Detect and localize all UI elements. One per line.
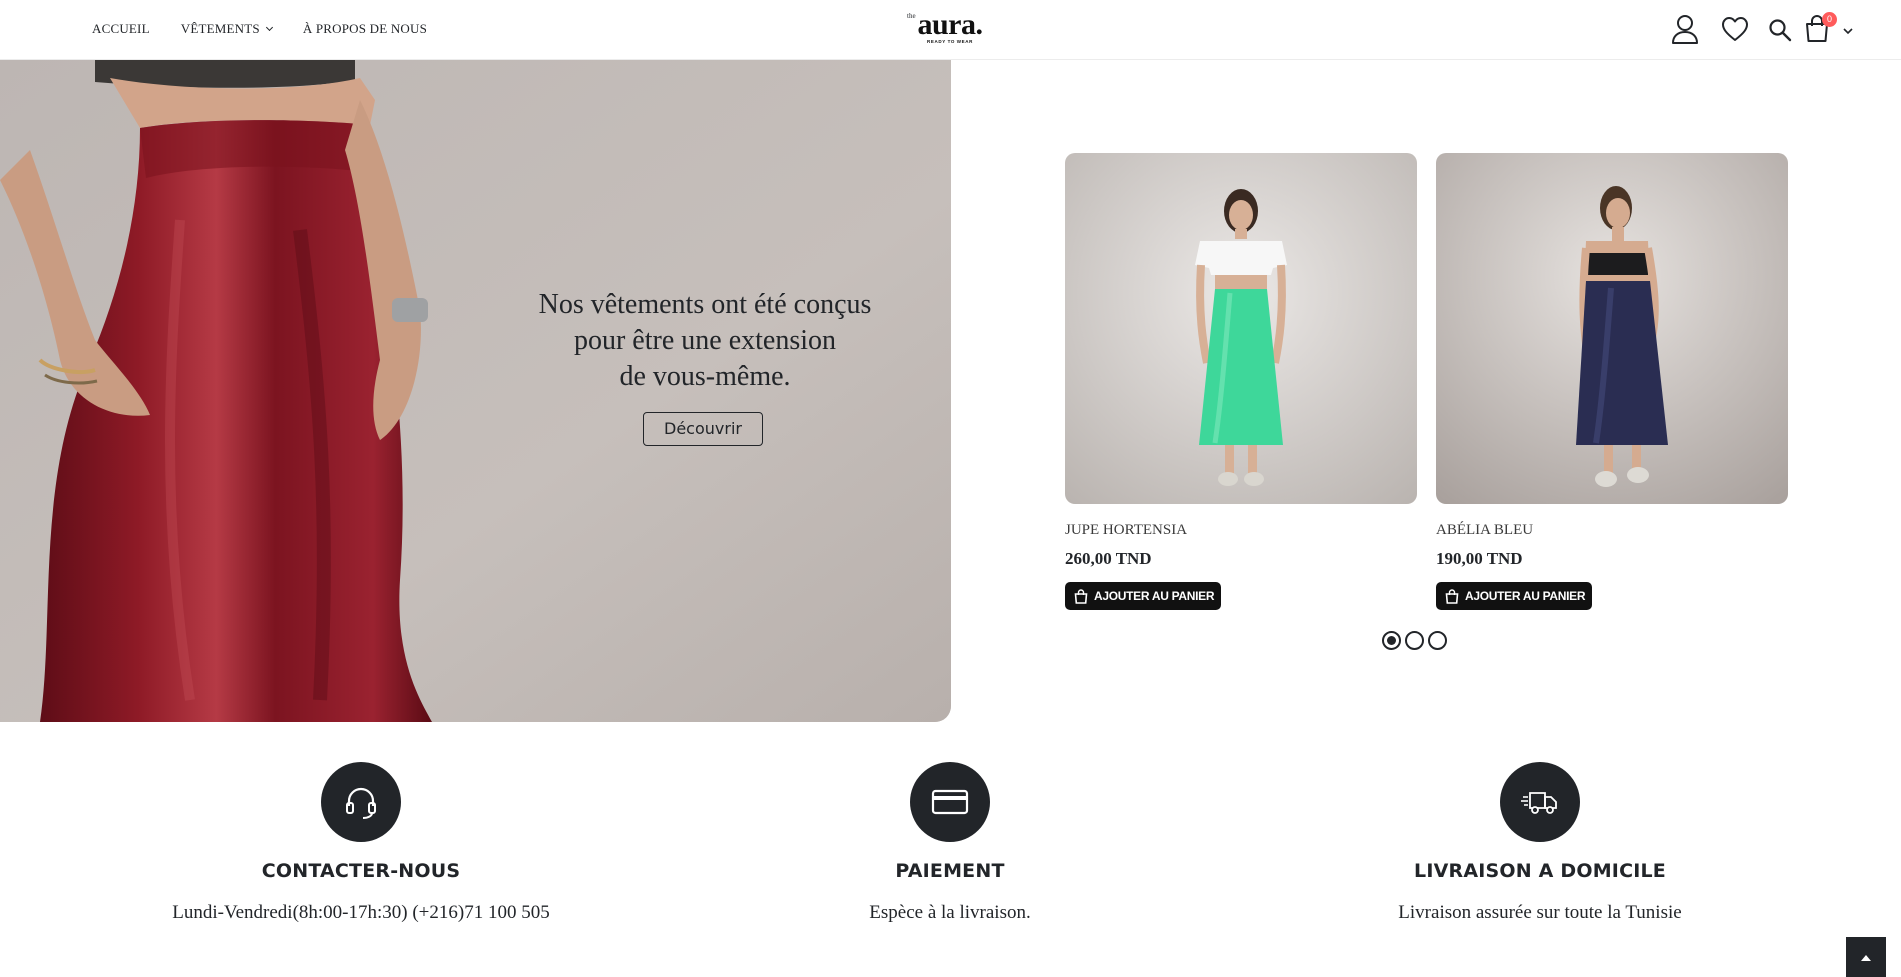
hero-headline: Nos vêtements ont été conçus pour être u… bbox=[538, 289, 872, 392]
chevron-up-icon bbox=[1861, 954, 1871, 961]
feature-description: Lundi-Vendredi(8h:00-17h:30) (+216)71 10… bbox=[172, 902, 550, 923]
product-name[interactable]: JUPE HORTENSIA bbox=[1065, 522, 1417, 539]
feature-description: Espèce à la livraison. bbox=[869, 902, 1031, 923]
feature-title: LIVRAISON A DOMICILE bbox=[1414, 860, 1666, 882]
heart-icon[interactable] bbox=[1721, 16, 1749, 47]
carousel-dot[interactable] bbox=[1405, 631, 1424, 650]
scroll-to-top-button[interactable] bbox=[1846, 937, 1886, 977]
feature-title: PAIEMENT bbox=[895, 860, 1005, 882]
credit-card-icon bbox=[910, 762, 990, 842]
carousel-pagination bbox=[1382, 631, 1447, 650]
product-image[interactable] bbox=[1436, 153, 1788, 504]
product-card: ABÉLIA BLEU 190,00 TND AJOUTER AU PANIER bbox=[1436, 153, 1788, 610]
discover-button[interactable]: Découvrir bbox=[643, 412, 763, 446]
carousel-dot[interactable] bbox=[1428, 631, 1447, 650]
product-name[interactable]: ABÉLIA BLEU bbox=[1436, 522, 1788, 539]
product-price: 260,00 TND bbox=[1065, 549, 1152, 568]
user-icon[interactable] bbox=[1671, 14, 1699, 49]
feature-title: CONTACTER-NOUS bbox=[261, 860, 461, 882]
headset-icon bbox=[321, 762, 401, 842]
chevron-down-icon[interactable] bbox=[1842, 23, 1854, 41]
nav-item-vetements[interactable]: VÊTEMENTS bbox=[181, 21, 273, 37]
hero-banner: Nos vêtements ont été conçus pour être u… bbox=[0, 60, 951, 722]
carousel-dot[interactable] bbox=[1382, 631, 1401, 650]
main-nav: ACCUEIL VÊTEMENTS À PROPOS DE NOUS bbox=[92, 21, 427, 37]
search-icon[interactable] bbox=[1768, 18, 1792, 47]
product-image[interactable] bbox=[1065, 153, 1417, 504]
product-card: JUPE HORTENSIA 260,00 TND AJOUTER AU PAN… bbox=[1065, 153, 1417, 610]
product-price: 190,00 TND bbox=[1436, 549, 1523, 568]
feature-description: Livraison assurée sur toute la Tunisie bbox=[1398, 902, 1682, 923]
delivery-truck-icon bbox=[1500, 762, 1580, 842]
feature-payment: PAIEMENT Espèce à la livraison. bbox=[700, 762, 1200, 924]
add-to-cart-button[interactable]: AJOUTER AU PANIER bbox=[1436, 582, 1592, 610]
shopping-bag-icon bbox=[1074, 588, 1088, 604]
site-logo[interactable]: the aura. READY TO WEAR bbox=[905, 10, 995, 48]
add-to-cart-button[interactable]: AJOUTER AU PANIER bbox=[1065, 582, 1221, 610]
feature-delivery: LIVRAISON A DOMICILE Livraison assurée s… bbox=[1290, 762, 1790, 924]
cart-count-badge: 0 bbox=[1822, 12, 1837, 27]
header-icons: 0 bbox=[1661, 12, 1901, 49]
shopping-bag-icon bbox=[1445, 588, 1459, 604]
feature-contact: CONTACTER-NOUS Lundi-Vendredi(8h:00-17h:… bbox=[111, 762, 611, 924]
chevron-down-icon bbox=[265, 23, 273, 32]
cart-icon[interactable]: 0 bbox=[1803, 12, 1837, 49]
nav-item-a-propos[interactable]: À PROPOS DE NOUS bbox=[303, 21, 427, 37]
site-header: ACCUEIL VÊTEMENTS À PROPOS DE NOUS the a… bbox=[0, 0, 1901, 60]
nav-item-accueil[interactable]: ACCUEIL bbox=[92, 21, 150, 37]
